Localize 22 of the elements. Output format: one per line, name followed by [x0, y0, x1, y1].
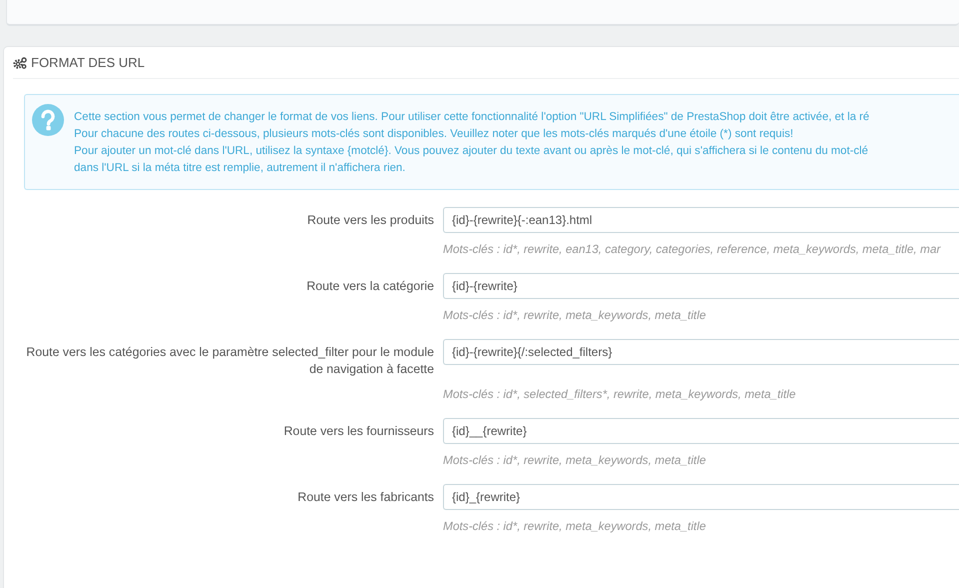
keywords-help: Mots-clés : id*, rewrite, meta_keywords, meta_title [443, 519, 707, 533]
route-input[interactable]: {id}-{rewrite}{/:selected_filters} [443, 339, 959, 365]
keywords-help: Mots-clés : id*, rewrite, meta_keywords, meta_title [443, 308, 707, 322]
route-label: Route vers les catégories avec le paramètre selected_filter pour le module de navigation à facette [25, 344, 434, 378]
keywords-help: Mots-clés : id*, selected_filters*, rewrite, meta_keywords, meta_title [443, 387, 797, 401]
keywords-help: Mots-clés : id*, rewrite, meta_keywords, meta_title [443, 453, 707, 467]
keywords-help: Mots-clés : id*, rewrite, ean13, category, categories, reference, meta_keywords, meta_title, mar [443, 242, 942, 256]
help-icon [32, 104, 64, 136]
info-text: Pour ajouter un mot-clé dans l'URL, utilisez la syntaxe {motclé}. Vous pouvez ajouter du texte avant ou après le mot-clé, qui s'affichera si le contenu du mot-clé [74, 144, 870, 159]
route-label: Route vers les fournisseurs [282, 423, 434, 440]
route-label: Route vers les produits [306, 212, 434, 229]
route-label: Route vers la catégorie [306, 278, 434, 295]
info-text: dans l'URL si la méta titre est remplie, autrement il n'affichera rien. [74, 161, 406, 176]
route-label: Route vers les fabricants [296, 489, 434, 506]
route-input[interactable]: {id}__{rewrite} [443, 418, 959, 444]
info-text: Pour chacune des routes ci-dessous, plusieurs mots-clés sont disponibles. Veuillez noter que les mots-clés marqués d'une étoile (*) sont requis! [74, 127, 794, 142]
info-text: Cette section vous permet de changer le format de vos liens. Pour utiliser cette fonctionnalité l'option "URL Simplifiées" de PrestaShop doit être activée, et la ré [74, 110, 870, 125]
settings-icon [13, 56, 27, 68]
route-input[interactable]: {id}-{rewrite}{-:ean13}.html [443, 207, 959, 233]
panel-title: FORMAT DES URL [31, 55, 145, 70]
route-input[interactable]: {id}-{rewrite} [443, 273, 959, 299]
route-input[interactable]: {id}_{rewrite} [443, 484, 959, 510]
